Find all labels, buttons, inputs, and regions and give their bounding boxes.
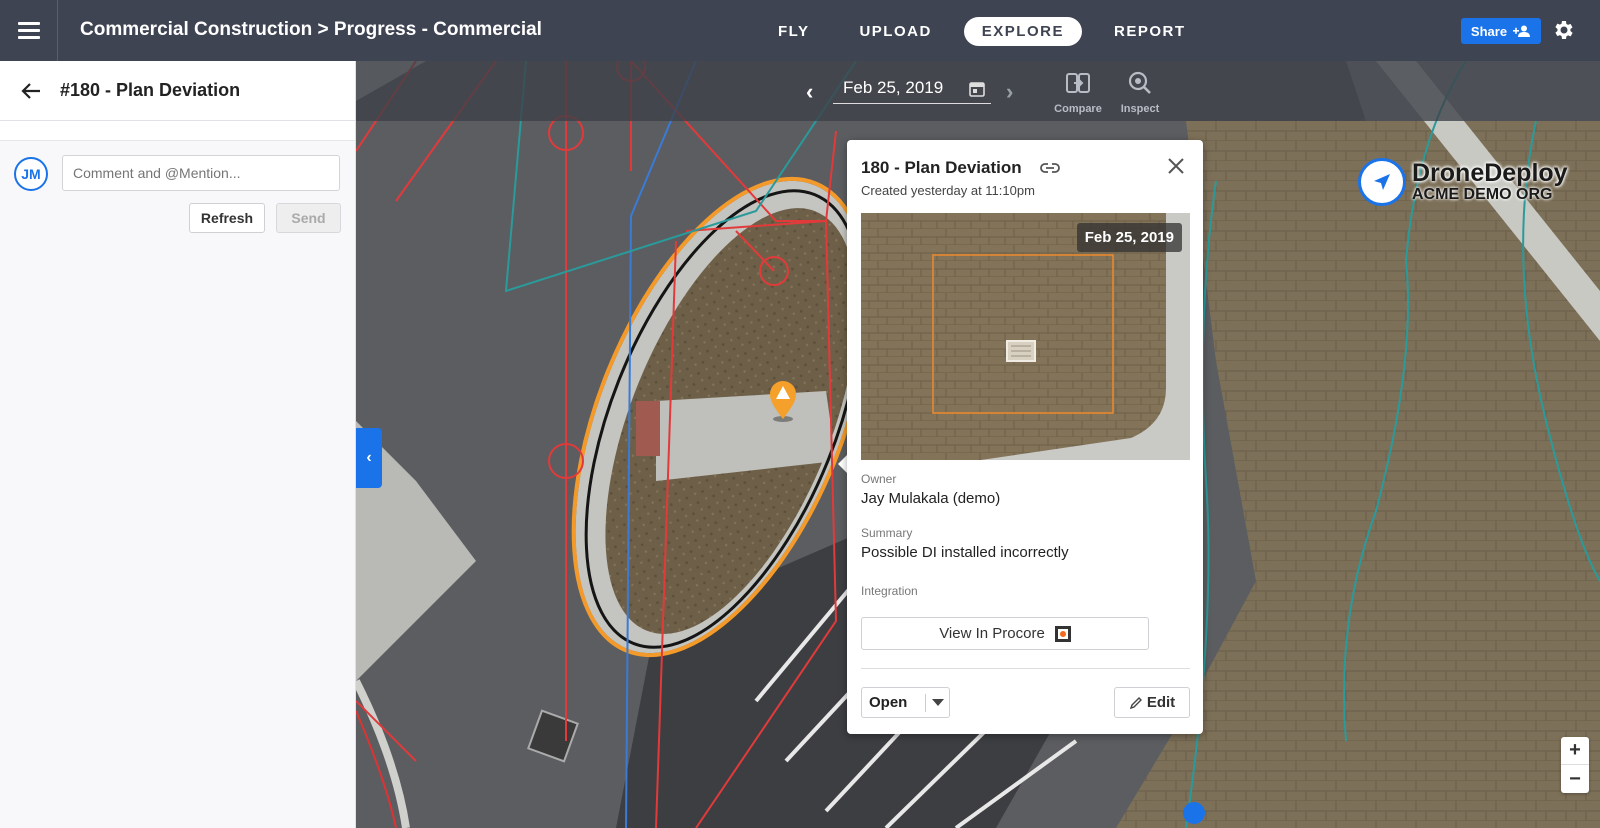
dronedeploy-logo: DroneDeploy ACME DEMO ORG — [1358, 158, 1568, 206]
breadcrumb[interactable]: Commercial Construction > Progress - Com… — [80, 19, 542, 41]
tab-report[interactable]: REPORT — [1096, 17, 1204, 46]
share-button[interactable]: Share — [1461, 18, 1541, 44]
pencil-icon — [1129, 696, 1142, 709]
inspect-label: Inspect — [1120, 103, 1160, 115]
tab-explore[interactable]: EXPLORE — [963, 17, 1082, 46]
dropdown-separator — [925, 693, 926, 712]
created-timestamp: Created yesterday at 11:10pm — [861, 183, 1035, 198]
calendar-icon[interactable] — [968, 80, 986, 98]
link-icon[interactable] — [1040, 160, 1060, 176]
compare-label: Compare — [1054, 103, 1102, 115]
top-bar: Commercial Construction > Progress - Com… — [0, 0, 1600, 61]
previous-date-button[interactable]: ‹ — [806, 79, 813, 105]
summary-label: Summary — [861, 526, 913, 540]
popup-title: 180 - Plan Deviation — [861, 158, 1022, 177]
logo-text: DroneDeploy ACME DEMO ORG — [1412, 161, 1568, 203]
inspect-tool[interactable]: Inspect — [1110, 70, 1170, 115]
refresh-button[interactable]: Refresh — [189, 203, 265, 233]
issue-sidebar: #180 - Plan Deviation JM Refresh Send — [0, 61, 356, 828]
snapshot-date: Feb 25, 2019 — [1076, 223, 1182, 252]
view-in-procore-button[interactable]: View In Procore — [861, 617, 1149, 650]
issue-popup: 180 - Plan Deviation Created yesterday a… — [847, 140, 1203, 734]
logo-icon — [1358, 158, 1406, 206]
owner-value: Jay Mulakala (demo) — [861, 490, 1001, 507]
divider — [0, 121, 355, 141]
add-people-icon — [1513, 25, 1531, 37]
zoom-out-button[interactable]: − — [1561, 765, 1589, 793]
tab-upload[interactable]: UPLOAD — [841, 17, 949, 46]
owner-label: Owner — [861, 472, 897, 486]
issue-snapshot: Feb 25, 2019 — [861, 213, 1190, 460]
status-dropdown[interactable]: Open — [861, 687, 950, 718]
share-label: Share — [1470, 23, 1508, 39]
menu-button[interactable] — [0, 0, 58, 61]
close-icon[interactable] — [1167, 157, 1185, 175]
logo-brand: DroneDeploy — [1412, 159, 1568, 187]
inspect-icon — [1128, 71, 1151, 94]
back-arrow-icon[interactable] — [20, 80, 42, 102]
gear-icon[interactable] — [1551, 18, 1575, 42]
send-button[interactable]: Send — [276, 203, 341, 233]
integration-label: Integration — [861, 584, 918, 598]
avatar: JM — [14, 157, 48, 191]
edit-label: Edit — [1146, 694, 1176, 711]
comment-input[interactable] — [62, 155, 340, 191]
hamburger-icon — [17, 20, 40, 41]
compare-tool[interactable]: Compare — [1048, 70, 1108, 115]
next-date-button[interactable]: › — [1006, 79, 1013, 105]
status-value: Open — [869, 694, 908, 711]
procore-icon — [1054, 625, 1071, 642]
procore-button-label: View In Procore — [939, 625, 1045, 642]
edit-button[interactable]: Edit — [1114, 687, 1190, 718]
compare-icon — [1066, 73, 1090, 93]
caret-down-icon — [932, 699, 944, 706]
chevron-left-icon: ‹ — [366, 449, 372, 466]
logo-org: ACME DEMO ORG — [1412, 186, 1553, 203]
zoom-control: + − — [1561, 737, 1589, 793]
summary-value: Possible DI installed incorrectly — [861, 544, 1069, 561]
divider — [861, 668, 1190, 669]
collapse-panel-button[interactable]: ‹ — [356, 428, 382, 488]
tab-fly[interactable]: FLY — [760, 17, 827, 46]
issue-title: #180 - Plan Deviation — [60, 80, 241, 100]
nav-tabs: FLY UPLOAD EXPLORE REPORT — [760, 17, 1218, 46]
sidebar-header: #180 - Plan Deviation — [0, 61, 355, 121]
zoom-in-button[interactable]: + — [1561, 737, 1589, 765]
